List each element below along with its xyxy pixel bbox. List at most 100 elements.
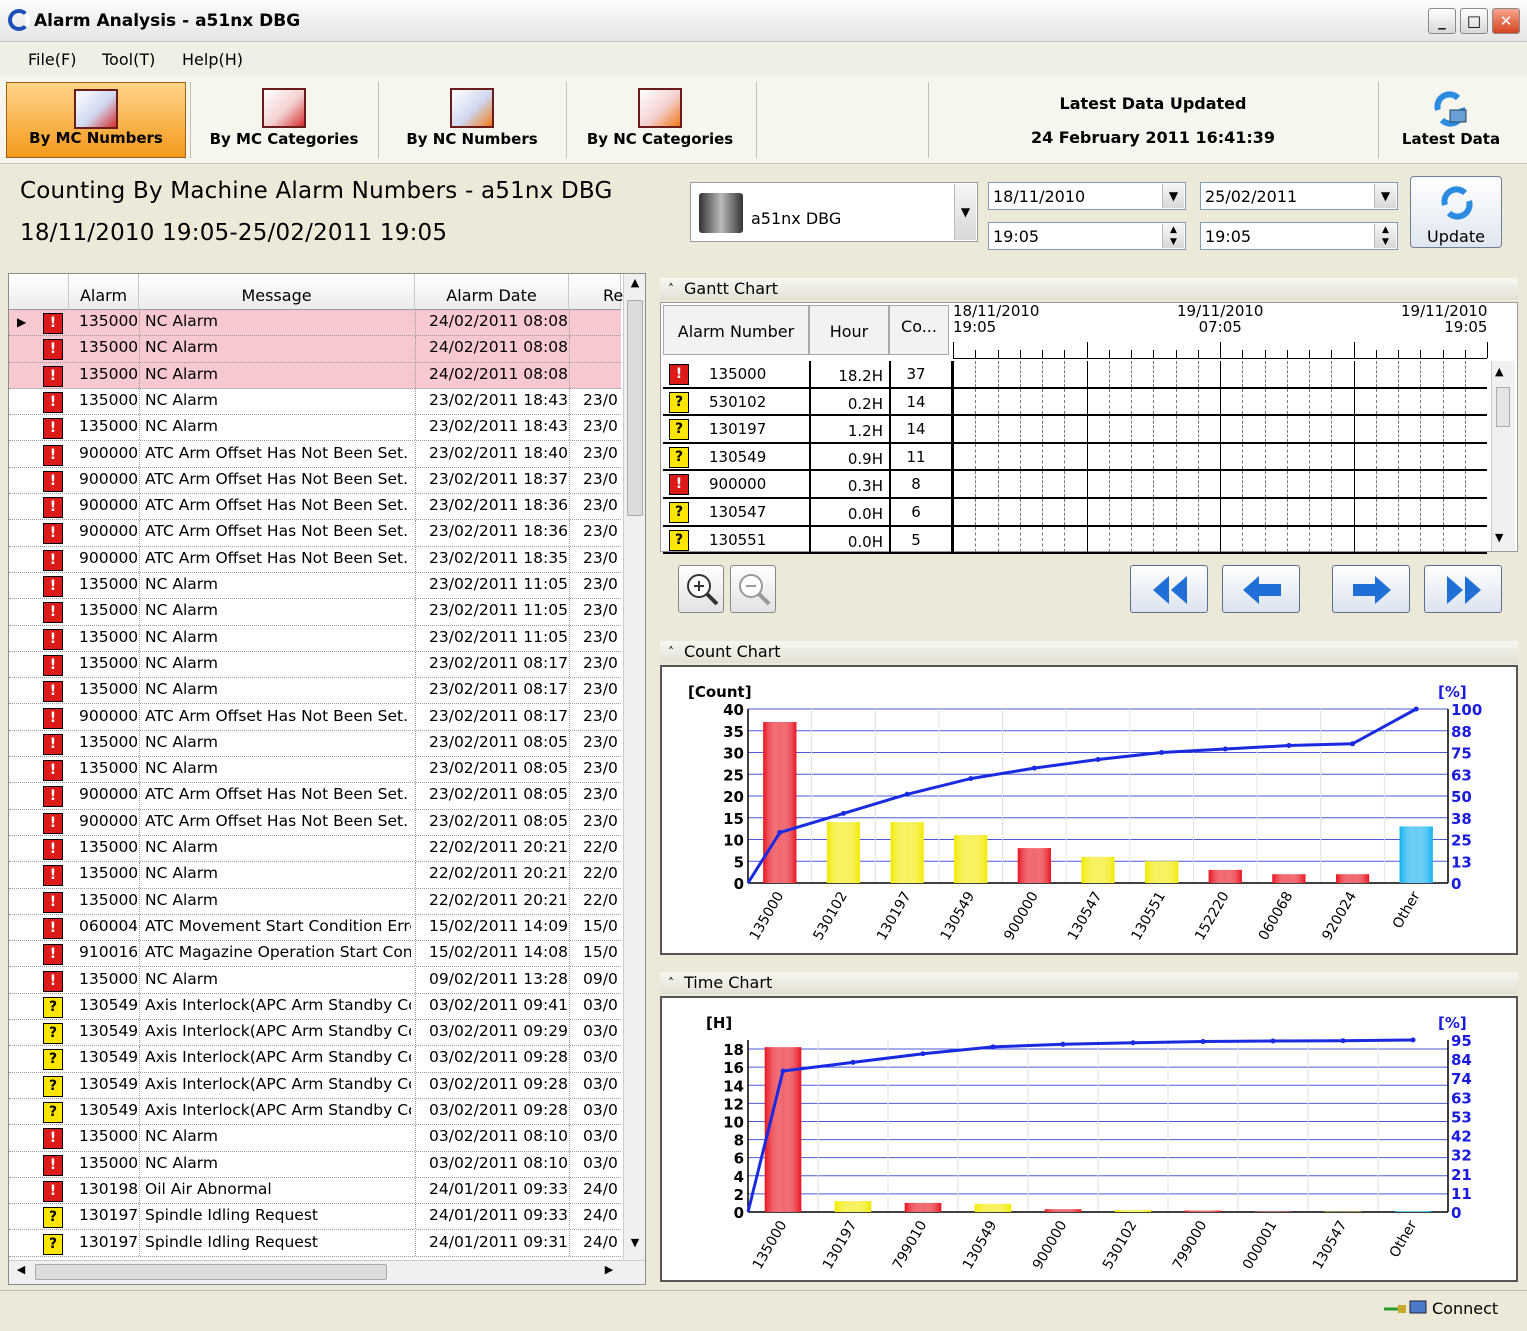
gantt-row[interactable]: ? 130549 0.9H 11 xyxy=(663,443,1487,472)
to-date-select[interactable]: 25/02/2011 ▼ xyxy=(1200,182,1398,210)
machine-select[interactable]: a51nx DBG ▼ xyxy=(690,182,978,242)
table-row[interactable]: ! 135000 NC Alarm 23/02/2011 08:17 23/0 xyxy=(9,678,621,705)
scroll-thumb[interactable] xyxy=(1496,387,1510,427)
spin-arrows-icon[interactable]: ▲ ▼ xyxy=(1374,224,1396,248)
table-row[interactable]: ! 135000 NC Alarm 09/02/2011 13:28 09/0 xyxy=(9,967,621,994)
table-row[interactable]: ! 135000 NC Alarm 23/02/2011 18:43 23/0 xyxy=(9,388,621,416)
table-row[interactable]: ! 135000 NC Alarm 03/02/2011 08:10 03/0 xyxy=(9,1151,621,1178)
table-row[interactable]: ! 135000 NC Alarm 23/02/2011 08:05 23/0 xyxy=(9,730,621,758)
update-button[interactable]: Update xyxy=(1410,176,1502,248)
chevron-down-icon[interactable]: ▼ xyxy=(1162,184,1184,208)
table-row[interactable]: ! 135000 NC Alarm 23/02/2011 08:17 23/0 xyxy=(9,651,621,679)
table-row[interactable]: ! 910016 ATC Magazine Operation Start Cond… xyxy=(9,941,621,968)
by-mc-numbers-button[interactable]: By MC Numbers xyxy=(6,82,186,158)
scroll-up-icon[interactable]: ▲ xyxy=(1495,365,1503,378)
alarm-date-cell: 03/02/2011 09:28 xyxy=(429,1101,568,1119)
reset-date-cell: 03/0 xyxy=(583,1022,618,1041)
table-row[interactable]: ! 135000 NC Alarm 23/02/2011 11:05 23/0 xyxy=(9,573,621,600)
table-row[interactable]: ! 135000 NC Alarm 03/02/2011 08:10 03/0 xyxy=(9,1125,621,1152)
table-horizontal-scrollbar[interactable]: ◀ ▶ xyxy=(9,1260,645,1284)
table-row[interactable]: ? 130197 Spindle Idling Request 24/01/2011 … xyxy=(9,1204,621,1231)
from-time-stepper[interactable]: 19:05 ▲ ▼ xyxy=(988,222,1186,250)
gantt-scrollbar[interactable]: ▲ ▼ xyxy=(1491,361,1515,551)
gantt-row[interactable]: ! 900000 0.3H 8 xyxy=(663,471,1487,499)
table-row[interactable]: ? 130549 Axis Interlock(APC Arm Standby Co… xyxy=(9,993,621,1021)
table-row[interactable]: ! 900000 ATC Arm Offset Has Not Been Set. 2… xyxy=(9,546,621,573)
time-chart-panel-header[interactable]: Time Chart xyxy=(660,972,1518,994)
by-nc-numbers-button[interactable]: By NC Numbers xyxy=(382,82,562,158)
table-row[interactable]: ? 130549 Axis Interlock(APC Arm Standby Co… xyxy=(9,1046,621,1073)
last-page-button[interactable] xyxy=(1424,565,1502,613)
gantt-row[interactable]: ? 130197 1.2H 14 xyxy=(663,416,1487,444)
table-row[interactable]: ▶! 135000 NC Alarm 24/02/2011 08:08 xyxy=(9,310,621,337)
table-row[interactable]: ! 900000 ATC Arm Offset Has Not Been Set. 2… xyxy=(9,441,621,468)
to-time-stepper[interactable]: 19:05 ▲ ▼ xyxy=(1200,222,1398,250)
scroll-down-icon[interactable]: ▼ xyxy=(1495,531,1503,544)
maximize-button[interactable]: □ xyxy=(1460,8,1488,34)
reset-date-cell: 23/0 xyxy=(583,548,618,567)
gantt-row[interactable]: ? 530102 0.2H 14 xyxy=(663,388,1487,417)
menu-help[interactable]: Help(H) xyxy=(182,50,243,69)
count-chart-panel-header[interactable]: Count Chart xyxy=(660,641,1518,663)
gantt-alarm-number: 530102 xyxy=(709,392,767,411)
previous-button[interactable] xyxy=(1222,565,1300,613)
h-scroll-thumb[interactable] xyxy=(35,1264,387,1280)
column-header-message[interactable]: Message xyxy=(139,274,415,310)
table-row[interactable]: ! 900000 ATC Arm Offset Has Not Been Set. 2… xyxy=(9,467,621,495)
bar-highlight xyxy=(1208,869,1242,883)
column-header-alarm-date[interactable]: Alarm Date xyxy=(415,274,569,310)
menu-file[interactable]: File(F) xyxy=(28,50,76,69)
column-header-re[interactable]: Re xyxy=(569,274,623,310)
y-tick-label: 2 xyxy=(734,1186,744,1204)
minimize-button[interactable]: _ xyxy=(1428,8,1456,34)
table-row[interactable]: ! 135000 NC Alarm 23/02/2011 18:43 23/0 xyxy=(9,415,621,442)
table-row[interactable]: ! 900000 ATC Arm Offset Has Not Been Set. 2… xyxy=(9,494,621,521)
gantt-row[interactable]: ? 130551 0.0H 5 xyxy=(663,526,1487,555)
table-row[interactable]: ! 900000 ATC Arm Offset Has Not Been Set. 2… xyxy=(9,809,621,836)
scroll-right-icon[interactable]: ▶ xyxy=(599,1263,619,1276)
next-button[interactable] xyxy=(1332,565,1410,613)
by-mc-categories-button[interactable]: By MC Categories xyxy=(194,82,374,158)
table-row[interactable]: ? 130197 Spindle Idling Request 24/01/2011 … xyxy=(9,1230,621,1257)
by-nc-categories-button[interactable]: By NC Categories xyxy=(570,82,750,158)
gantt-row[interactable]: ! 135000 18.2H 37 xyxy=(663,361,1487,389)
table-vertical-scrollbar[interactable]: ▲ ▼ xyxy=(623,274,645,1260)
table-row[interactable]: ? 130549 Axis Interlock(APC Arm Standby Co… xyxy=(9,1099,621,1126)
table-row[interactable]: ! 135000 NC Alarm 23/02/2011 11:05 23/0 xyxy=(9,625,621,652)
menu-tool[interactable]: Tool(T) xyxy=(102,50,155,69)
table-row[interactable]: ! 135000 NC Alarm 22/02/2011 20:21 22/0 xyxy=(9,836,621,863)
table-row[interactable]: ! 135000 NC Alarm 22/02/2011 20:21 22/0 xyxy=(9,888,621,915)
scroll-left-icon[interactable]: ◀ xyxy=(11,1263,31,1276)
table-row[interactable]: ! 060004 ATC Movement Start Condition Erro… xyxy=(9,914,621,942)
spin-arrows-icon[interactable]: ▲ ▼ xyxy=(1162,224,1184,248)
scroll-down-icon[interactable]: ▼ xyxy=(626,1236,644,1256)
table-row[interactable]: ! 135000 NC Alarm 24/02/2011 08:08 xyxy=(9,362,621,389)
table-row[interactable]: ! 130198 Oil Air Abnormal 24/01/2011 09:33 2… xyxy=(9,1177,621,1205)
table-row[interactable]: ! 135000 NC Alarm 23/02/2011 11:05 23/0 xyxy=(9,599,621,626)
alarm-table[interactable]: Alarm Message Alarm Date Re ▶! 135000 NC A… xyxy=(8,273,646,1285)
gantt-panel-header[interactable]: Gantt Chart xyxy=(660,278,1518,300)
column-header-alarm[interactable]: Alarm xyxy=(69,274,139,310)
latest-data-button[interactable]: Latest Data xyxy=(1384,82,1518,158)
chevron-down-icon[interactable]: ▼ xyxy=(1374,184,1396,208)
y2-tick-label: 0 xyxy=(1451,875,1461,893)
first-page-button[interactable] xyxy=(1130,565,1208,613)
zoom-in-button[interactable] xyxy=(678,565,724,613)
table-row[interactable]: ! 135000 NC Alarm 24/02/2011 08:08 xyxy=(9,336,621,363)
table-row[interactable]: ! 900000 ATC Arm Offset Has Not Been Set. 2… xyxy=(9,783,621,810)
zoom-out-button[interactable] xyxy=(730,565,776,613)
table-row[interactable]: ! 900000 ATC Arm Offset Has Not Been Set. 2… xyxy=(9,704,621,731)
table-row[interactable]: ! 900000 ATC Arm Offset Has Not Been Set. 2… xyxy=(9,520,621,547)
table-row[interactable]: ? 130549 Axis Interlock(APC Arm Standby Co… xyxy=(9,1020,621,1047)
gantt-row[interactable]: ? 130547 0.0H 6 xyxy=(663,499,1487,527)
table-row[interactable]: ! 135000 NC Alarm 23/02/2011 08:05 23/0 xyxy=(9,757,621,784)
table-row[interactable]: ? 130549 Axis Interlock(APC Arm Standby Co… xyxy=(9,1072,621,1099)
alarm-number-cell: 135000 xyxy=(79,1153,137,1172)
from-date-select[interactable]: 18/11/2010 ▼ xyxy=(988,182,1186,210)
close-button[interactable]: ✕ xyxy=(1492,8,1520,34)
scroll-up-icon[interactable]: ▲ xyxy=(626,276,644,296)
table-row[interactable]: ! 135000 NC Alarm 22/02/2011 20:21 22/0 xyxy=(9,862,621,889)
chevron-down-icon[interactable]: ▼ xyxy=(954,184,976,240)
gantt-tick xyxy=(1108,350,1110,358)
scroll-thumb[interactable] xyxy=(627,300,643,516)
